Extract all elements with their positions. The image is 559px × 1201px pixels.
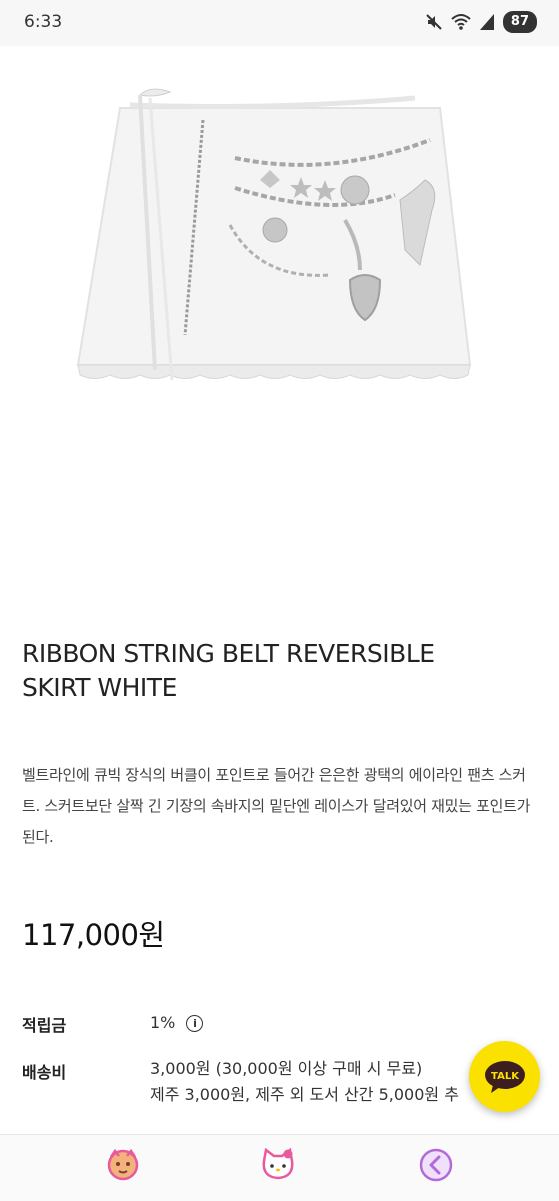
product-image[interactable] bbox=[60, 70, 500, 390]
points-label: 적립금 bbox=[22, 1016, 67, 1035]
status-bar: 6:33 87 bbox=[0, 0, 559, 46]
status-icons: 87 bbox=[425, 11, 537, 33]
battery-badge: 87 bbox=[502, 11, 537, 33]
status-time: 6:33 bbox=[24, 12, 63, 32]
product-price: 117,000원 bbox=[22, 918, 165, 952]
shipping-line2: 제주 3,000원, 제주 외 도서 산간 5,000원 추 bbox=[150, 1085, 459, 1104]
talk-bubble-icon: TALK bbox=[484, 1060, 525, 1093]
info-icon[interactable]: i bbox=[186, 1015, 204, 1032]
mute-icon bbox=[425, 13, 443, 31]
product-title: RIBBON STRING BELT REVERSIBLE SKIRT WHIT… bbox=[22, 637, 537, 705]
shipping-line1: 3,000원 (30,000원 이상 구매 시 무료) bbox=[150, 1059, 423, 1078]
hello-kitty-icon[interactable] bbox=[258, 1145, 298, 1185]
points-value: 1% bbox=[150, 1013, 176, 1032]
product-title-line2: SKIRT WHITE bbox=[22, 673, 177, 702]
shipping-value: 3,000원 (30,000원 이상 구매 시 무료) 제주 3,000원, 제… bbox=[150, 1056, 459, 1108]
talk-label: TALK bbox=[491, 1071, 520, 1082]
signal-icon bbox=[479, 13, 495, 31]
character-icon[interactable] bbox=[103, 1145, 143, 1185]
product-description: 벨트라인에 큐빅 장식의 버클이 포인트로 들어간 은은한 광택의 에이라인 팬… bbox=[22, 766, 531, 846]
back-icon[interactable] bbox=[416, 1145, 456, 1185]
points-value-row: 1% i bbox=[150, 1010, 204, 1036]
kakao-talk-button[interactable]: TALK bbox=[469, 1041, 540, 1112]
wifi-icon bbox=[451, 13, 471, 31]
shipping-label: 배송비 bbox=[22, 1063, 67, 1082]
product-title-line1: RIBBON STRING BELT REVERSIBLE bbox=[22, 639, 435, 668]
bottom-nav bbox=[0, 1134, 559, 1201]
